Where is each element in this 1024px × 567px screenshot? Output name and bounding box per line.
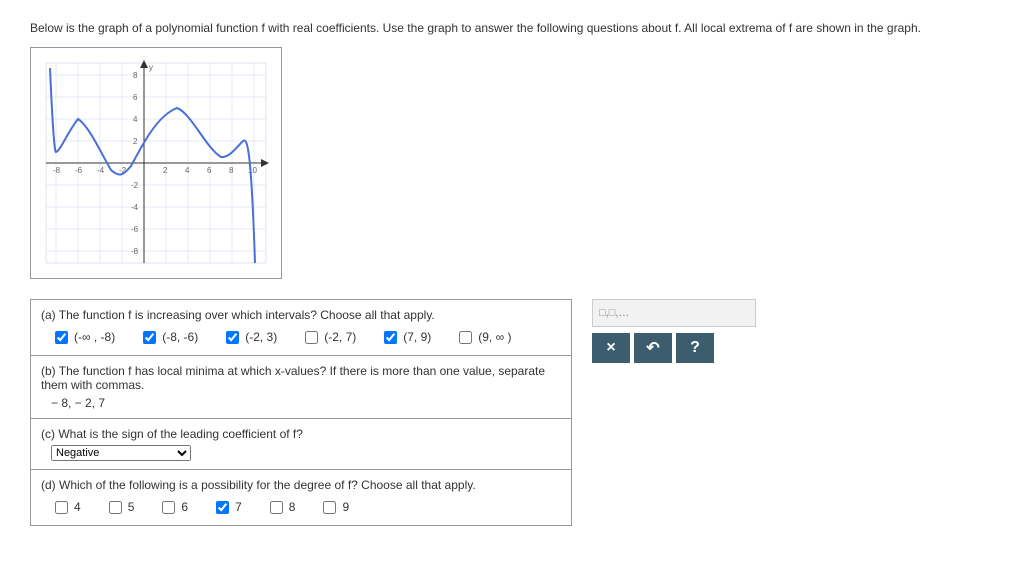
svg-text:2: 2 bbox=[163, 166, 168, 175]
part-b-question: (b) The function f has local minima at w… bbox=[41, 364, 561, 392]
opt-d-0[interactable]: 4 bbox=[51, 498, 81, 517]
side-panel: □,□,… × ↶ ? bbox=[592, 299, 756, 363]
question-box: (a) The function f is increasing over wh… bbox=[30, 299, 572, 526]
part-a-question: (a) The function f is increasing over wh… bbox=[41, 308, 561, 322]
part-c: (c) What is the sign of the leading coef… bbox=[31, 418, 571, 469]
part-b: (b) The function f has local minima at w… bbox=[31, 355, 571, 418]
checkbox-a-2[interactable] bbox=[226, 331, 239, 344]
svg-text:6: 6 bbox=[207, 166, 212, 175]
svg-text:-4: -4 bbox=[131, 203, 139, 212]
opt-d-3[interactable]: 7 bbox=[212, 498, 242, 517]
checkbox-d-5[interactable] bbox=[323, 501, 336, 514]
part-b-answer: − 8, − 2, 7 bbox=[41, 396, 561, 410]
part-d-question: (d) Which of the following is a possibil… bbox=[41, 478, 561, 492]
format-hint: □,□,… bbox=[592, 299, 756, 327]
svg-text:8: 8 bbox=[133, 71, 138, 80]
svg-text:-2: -2 bbox=[131, 181, 139, 190]
part-a: (a) The function f is increasing over wh… bbox=[31, 300, 571, 355]
part-d-options: 4 5 6 7 8 9 bbox=[41, 498, 561, 517]
svg-text:-8: -8 bbox=[53, 166, 61, 175]
svg-text:-6: -6 bbox=[131, 225, 139, 234]
help-button[interactable]: ? bbox=[676, 333, 714, 363]
part-a-options: (-∞ , -8) (-8, -6) (-2, 3) (-2, 7) (7, 9… bbox=[41, 328, 561, 347]
opt-d-4[interactable]: 8 bbox=[266, 498, 296, 517]
checkbox-d-1[interactable] bbox=[109, 501, 122, 514]
graph-panel: y -8-6-4-2 246810 8642 -2-4-6-8 bbox=[30, 47, 282, 279]
checkbox-d-3[interactable] bbox=[216, 501, 229, 514]
opt-a-4[interactable]: (7, 9) bbox=[380, 328, 431, 347]
problem-intro: Below is the graph of a polynomial funct… bbox=[30, 20, 994, 37]
svg-text:8: 8 bbox=[229, 166, 234, 175]
opt-a-1[interactable]: (-8, -6) bbox=[139, 328, 198, 347]
close-button[interactable]: × bbox=[592, 333, 630, 363]
part-c-question: (c) What is the sign of the leading coef… bbox=[41, 427, 561, 441]
opt-d-1[interactable]: 5 bbox=[105, 498, 135, 517]
svg-text:4: 4 bbox=[133, 115, 138, 124]
svg-text:2: 2 bbox=[133, 137, 138, 146]
part-d: (d) Which of the following is a possibil… bbox=[31, 469, 571, 525]
svg-text:-6: -6 bbox=[75, 166, 83, 175]
opt-a-3[interactable]: (-2, 7) bbox=[301, 328, 356, 347]
undo-button[interactable]: ↶ bbox=[634, 333, 672, 363]
opt-d-5[interactable]: 9 bbox=[319, 498, 349, 517]
polynomial-graph: y -8-6-4-2 246810 8642 -2-4-6-8 bbox=[41, 58, 271, 268]
svg-text:-4: -4 bbox=[97, 166, 105, 175]
checkbox-a-3[interactable] bbox=[305, 331, 318, 344]
checkbox-a-0[interactable] bbox=[55, 331, 68, 344]
checkbox-d-2[interactable] bbox=[162, 501, 175, 514]
opt-d-2[interactable]: 6 bbox=[158, 498, 188, 517]
svg-text:6: 6 bbox=[133, 93, 138, 102]
checkbox-d-0[interactable] bbox=[55, 501, 68, 514]
svg-text:4: 4 bbox=[185, 166, 190, 175]
checkbox-a-1[interactable] bbox=[143, 331, 156, 344]
checkbox-a-4[interactable] bbox=[384, 331, 397, 344]
opt-a-0[interactable]: (-∞ , -8) bbox=[51, 328, 115, 347]
opt-a-2[interactable]: (-2, 3) bbox=[222, 328, 277, 347]
svg-text:y: y bbox=[149, 63, 153, 72]
opt-a-5[interactable]: (9, ∞ ) bbox=[455, 328, 511, 347]
svg-text:-8: -8 bbox=[131, 247, 139, 256]
checkbox-d-4[interactable] bbox=[270, 501, 283, 514]
leading-coeff-select[interactable]: Negative bbox=[51, 445, 191, 461]
checkbox-a-5[interactable] bbox=[459, 331, 472, 344]
